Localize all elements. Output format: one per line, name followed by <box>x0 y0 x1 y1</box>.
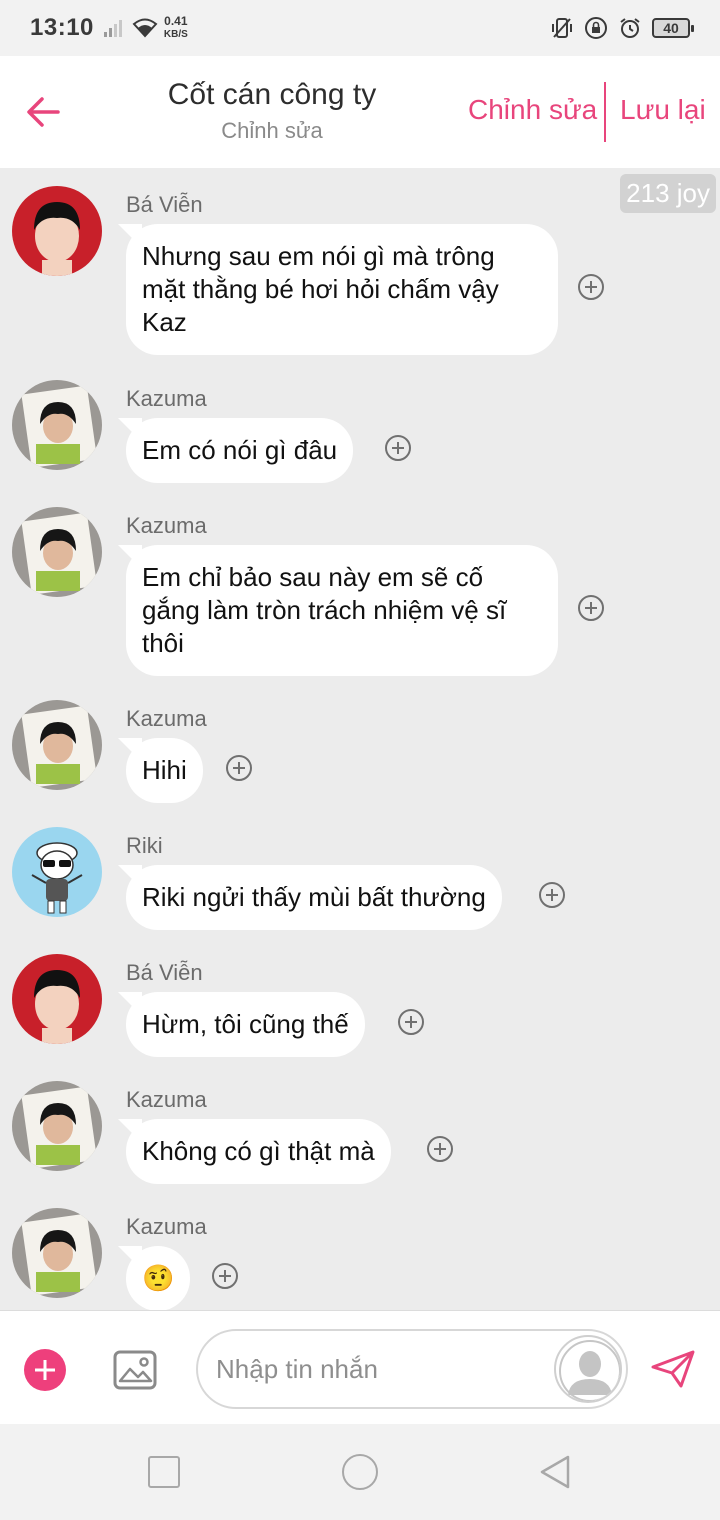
avatar[interactable] <box>12 827 102 917</box>
message-item: Kazuma 🤨 <box>12 1208 712 1310</box>
avatar-photo-boy-image <box>12 380 102 470</box>
message-list[interactable]: 213 joy Bá Viễn Nhưng sau em nói gì mà t… <box>0 168 720 1310</box>
status-bar: 13:10 0.41 KB/S 40 <box>0 0 720 56</box>
avatar-photo-boy-image <box>12 1081 102 1171</box>
status-time: 13:10 <box>30 14 94 41</box>
sender-name: Riki <box>126 833 163 858</box>
battery-icon: 40 <box>652 18 694 38</box>
add-reaction-button[interactable] <box>398 1009 424 1035</box>
message-bubble[interactable]: Riki ngửi thấy mùi bất thường <box>126 865 502 930</box>
message-bubble[interactable]: Hừm, tôi cũng thế <box>126 992 365 1057</box>
avatar[interactable] <box>12 186 102 276</box>
message-bubble[interactable]: Không có gì thật mà <box>126 1119 391 1184</box>
user-avatar-button[interactable] <box>554 1335 622 1403</box>
alarm-icon <box>620 18 640 38</box>
add-attachment-button[interactable] <box>24 1349 66 1391</box>
add-reaction-button[interactable] <box>212 1263 238 1289</box>
vibrate-icon <box>552 18 572 38</box>
message-item: Bá Viễn Nhưng sau em nói gì mà trông mặt… <box>12 186 712 361</box>
avatar-photo-boy-image <box>12 700 102 790</box>
message-item: Kazuma Em chỉ bảo sau này em sẽ cố gắng … <box>12 507 712 682</box>
avatar[interactable] <box>12 1081 102 1171</box>
network-speed-value: 0.41 <box>164 14 188 28</box>
avatar-red-boy-image <box>12 186 102 276</box>
chat-screen: 13:10 0.41 KB/S 40 Cốt cán công ty Chỉnh… <box>0 0 720 1520</box>
app-header: Cốt cán công ty Chỉnh sửa Chỉnh sửa Lưu … <box>0 56 720 168</box>
chat-title: Cốt cán công ty <box>167 78 377 111</box>
message-input-container <box>196 1329 628 1409</box>
avatar[interactable] <box>12 380 102 470</box>
avatar[interactable] <box>12 507 102 597</box>
message-bubble[interactable]: 🤨 <box>126 1246 191 1310</box>
sender-name: Bá Viễn <box>126 192 203 217</box>
title-block: Cốt cán công ty Chỉnh sửa <box>100 78 444 144</box>
avatar-photo-boy-image <box>12 507 102 597</box>
send-icon[interactable] <box>650 1349 696 1389</box>
network-speed-unit: KB/S <box>163 29 188 40</box>
home-button[interactable] <box>342 1454 378 1490</box>
avatar[interactable] <box>12 1208 102 1298</box>
recents-button[interactable] <box>148 1456 180 1488</box>
message-item: Kazuma Em có nói gì đâu <box>12 380 712 490</box>
message-item: Bá Viễn Hừm, tôi cũng thế <box>12 954 712 1064</box>
default-avatar-icon <box>559 1340 620 1401</box>
avatar-red-boy-image <box>12 954 102 1044</box>
message-bubble[interactable]: Em chỉ bảo sau này em sẽ cố gắng làm trò… <box>126 545 558 676</box>
message-bubble[interactable]: Nhưng sau em nói gì mà trông mặt thằng b… <box>126 224 558 355</box>
save-button[interactable]: Lưu lại <box>620 94 706 126</box>
avatar-cartoon-sunglasses-image <box>12 827 102 917</box>
sender-name: Kazuma <box>126 513 207 538</box>
message-bubble[interactable]: Em có nói gì đâu <box>126 418 354 483</box>
add-reaction-button[interactable] <box>226 755 252 781</box>
composer-bar <box>0 1310 720 1424</box>
sender-name: Kazuma <box>126 1214 207 1239</box>
message-input[interactable] <box>216 1349 546 1389</box>
add-reaction-button[interactable] <box>427 1136 453 1162</box>
sender-name: Kazuma <box>126 1087 207 1112</box>
wifi-icon <box>132 18 158 38</box>
header-divider <box>604 82 606 142</box>
edit-button[interactable]: Chỉnh sửa <box>468 94 597 126</box>
network-speed: 0.41 KB/S <box>164 15 188 41</box>
sender-name: Kazuma <box>126 386 207 411</box>
signal-icon <box>103 19 122 37</box>
back-arrow-icon[interactable] <box>22 90 66 134</box>
message-item: Kazuma Không có gì thật mà <box>12 1081 712 1191</box>
lock-rotation-icon <box>585 17 607 39</box>
back-triangle-icon[interactable] <box>538 1454 572 1490</box>
message-item: Riki Riki ngửi thấy mùi bất thường <box>12 827 712 937</box>
avatar[interactable] <box>12 700 102 790</box>
add-reaction-button[interactable] <box>539 882 565 908</box>
sender-name: Kazuma <box>126 706 207 731</box>
status-right-icons: 40 <box>550 16 694 40</box>
system-nav-bar <box>0 1424 720 1520</box>
avatar[interactable] <box>12 954 102 1044</box>
chat-subtitle: Chỉnh sửa <box>221 118 323 143</box>
image-icon[interactable] <box>112 1347 158 1393</box>
add-reaction-button[interactable] <box>385 435 411 461</box>
message-item: Kazuma Hihi <box>12 700 712 810</box>
add-reaction-button[interactable] <box>578 595 604 621</box>
avatar-photo-boy-image <box>12 1208 102 1298</box>
message-bubble[interactable]: Hihi <box>126 738 203 803</box>
sender-name: Bá Viễn <box>126 960 203 985</box>
add-reaction-button[interactable] <box>578 274 604 300</box>
